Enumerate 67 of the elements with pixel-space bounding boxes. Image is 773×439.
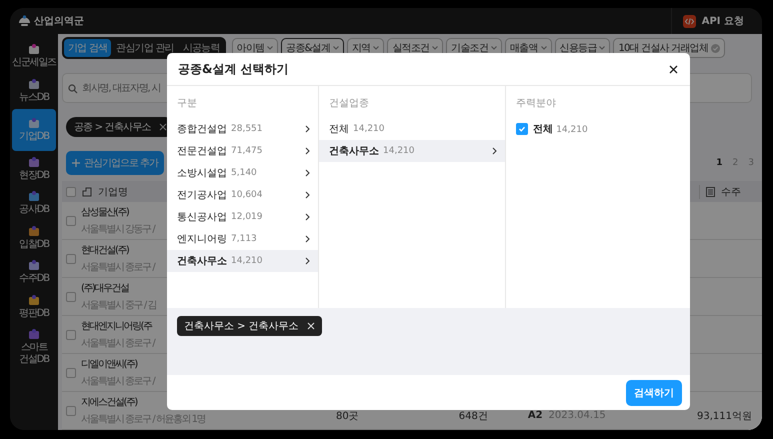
- checkbox[interactable]: [66, 186, 76, 196]
- sidebar-item[interactable]: 현장DB: [12, 152, 56, 185]
- company-name[interactable]: 디엘이앤씨(주): [81, 357, 137, 371]
- sidebar-item[interactable]: 수주DB: [12, 256, 56, 288]
- checkbox[interactable]: [66, 254, 76, 264]
- company-address: 서울특별시 종로구 / 허윤홍외 1명: [81, 413, 205, 426]
- tab[interactable]: 시공능력: [178, 39, 224, 57]
- checkbox[interactable]: [66, 330, 76, 340]
- column-heading: 건설업종: [328, 97, 370, 111]
- sidebar-item[interactable]: 공사DB: [12, 187, 56, 220]
- company-name[interactable]: 현대엔지니어링(주: [81, 319, 152, 333]
- column-heading: 구분: [176, 97, 198, 111]
- search-button[interactable]: 검색하기: [626, 380, 682, 406]
- category-item[interactable]: 전기공사업 10,604: [167, 184, 318, 206]
- company-name[interactable]: 삼성물산(주): [81, 205, 128, 219]
- category-item[interactable]: 소방시설업 5,140: [167, 162, 318, 184]
- column-header: 수주: [721, 186, 741, 198]
- chevron-down-icon: [432, 46, 438, 50]
- company-address: 서울특별시 종로구 /: [81, 337, 154, 350]
- company-address: 서울특별시 종로구 /: [81, 375, 154, 388]
- chevron-down-icon: [599, 46, 606, 50]
- checkmark-icon: [518, 125, 526, 133]
- column-header: 기업명: [98, 186, 128, 198]
- checkbox[interactable]: [66, 292, 76, 302]
- chevron-down-icon: [373, 46, 380, 50]
- chevron-down-icon: [267, 46, 274, 50]
- column-heading: 주력분야: [516, 97, 557, 111]
- category-item[interactable]: 통신공사업 12,019: [167, 206, 318, 228]
- api-request-link[interactable]: API 요청: [702, 14, 744, 28]
- code-icon: [682, 14, 696, 28]
- category-item[interactable]: 전체 14,210: [319, 118, 505, 140]
- checkbox[interactable]: [66, 368, 76, 378]
- category-item[interactable]: 엔지니어링 7,113: [167, 228, 318, 250]
- chevron-down-icon: [540, 46, 547, 50]
- table-cell-text: 80곳: [336, 410, 359, 422]
- sidebar-item[interactable]: 스마트 건설DB: [12, 325, 56, 369]
- company-name[interactable]: 현대건설(주): [81, 243, 128, 257]
- plus-icon: [72, 159, 80, 167]
- sidebar-item[interactable]: 신군세일즈: [12, 40, 56, 72]
- chevron-down-icon: [491, 46, 498, 50]
- check-circle-icon: [710, 44, 720, 52]
- selected-chip[interactable]: 건축사무소 > 건축사무소: [177, 316, 322, 336]
- option-label[interactable]: 전체 14,210: [533, 122, 588, 136]
- checkbox[interactable]: [66, 216, 76, 226]
- sidebar-item[interactable]: 입찰DB: [12, 222, 56, 254]
- table-cell: A2: [528, 410, 543, 421]
- company-address: 서울특별시 종로구 /: [81, 261, 154, 274]
- company-address: 서울특별시 중구 / 김: [81, 299, 156, 312]
- company-address: 서울특별시 강동구 /: [81, 223, 154, 236]
- table-cell: 2023.04.15: [548, 410, 606, 421]
- page-link[interactable]: 1: [716, 158, 723, 168]
- checkbox[interactable]: [66, 406, 76, 416]
- table-cell-text: 93,111억원: [697, 410, 752, 422]
- close-icon[interactable]: [669, 64, 678, 74]
- table-cell-text: 648건: [458, 410, 488, 422]
- tab[interactable]: 관심기업 관리: [112, 39, 178, 57]
- sidebar-item[interactable]: 뉴스DB: [12, 74, 56, 107]
- chevron-down-icon: [333, 46, 340, 50]
- category-item[interactable]: 건축사무소 14,210: [167, 250, 318, 272]
- dialog-title: 공종&설계 선택하기: [178, 60, 289, 78]
- sidebar-item[interactable]: 평판DB: [12, 290, 56, 323]
- checkbox[interactable]: [516, 123, 528, 135]
- category-item[interactable]: 전문건설업 71,475: [167, 140, 318, 162]
- app-logo[interactable]: 산업의역군: [34, 14, 84, 28]
- company-name[interactable]: (주)대우건설: [81, 281, 128, 295]
- category-item[interactable]: 건축사무소 14,210: [319, 140, 505, 162]
- company-name[interactable]: 지에스건설(주): [81, 395, 137, 409]
